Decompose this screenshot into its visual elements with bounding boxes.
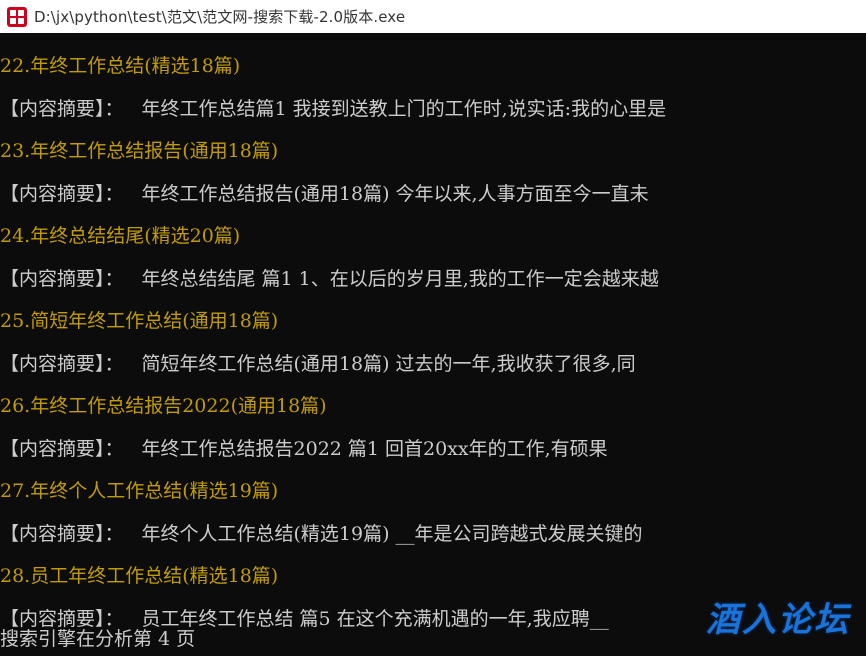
result-title: 27.年终个人工作总结(精选19篇): [0, 480, 279, 502]
result-title: 24.年终总结结尾(精选20篇): [0, 225, 241, 247]
result-summary: 【内容摘要】： 年终总结结尾 篇1 1、在以后的岁月里,我的工作一定会越来越: [0, 258, 866, 301]
result-title: 23.年终工作总结报告(通用18篇): [0, 140, 279, 162]
summary-text: 简短年终工作总结(通用18篇) 过去的一年,我收获了很多,同: [141, 352, 636, 375]
summary-text: 年终工作总结篇1 我接到送教上门的工作时,说实话:我的心里是: [141, 97, 667, 120]
summary-text: 员工年终工作总结 篇5 在这个充满机遇的一年,我应聘__: [141, 607, 609, 630]
summary-tag: 【内容摘要】：: [0, 267, 124, 290]
result-summary: 【内容摘要】： 年终个人工作总结(精选19篇) __年是公司跨越式发展关键的: [0, 513, 866, 556]
console-output[interactable]: 22.年终工作总结(精选18篇) 【内容摘要】： 年终工作总结篇1 我接到送教上门…: [0, 45, 866, 640]
summary-tag: 【内容摘要】：: [0, 352, 124, 375]
result-title: 22.年终工作总结(精选18篇): [0, 55, 241, 77]
summary-text: 年终工作总结报告(通用18篇) 今年以来,人事方面至今一直未: [141, 182, 649, 205]
status-line: 搜索引擎在分析第 4 页: [0, 628, 196, 650]
window-titlebar[interactable]: D:\jx\python\test\范文\范文网-搜索下载-2.0版本.exe: [0, 0, 866, 33]
result-summary: 【内容摘要】： 年终工作总结篇1 我接到送教上门的工作时,说实话:我的心里是: [0, 88, 866, 131]
summary-text: 年终个人工作总结(精选19篇) __年是公司跨越式发展关键的: [141, 522, 643, 545]
result-title: 26.年终工作总结报告2022(通用18篇): [0, 395, 327, 417]
forum-watermark: 酒入论坛: [706, 600, 850, 640]
summary-tag: 【内容摘要】：: [0, 97, 124, 120]
window-title: D:\jx\python\test\范文\范文网-搜索下载-2.0版本.exe: [34, 8, 406, 26]
result-title: 25.简短年终工作总结(通用18篇): [0, 310, 279, 332]
summary-tag: 【内容摘要】：: [0, 522, 124, 545]
summary-tag: 【内容摘要】：: [0, 437, 124, 460]
result-summary: 【内容摘要】： 年终工作总结报告2022 篇1 回首20xx年的工作,有硕果: [0, 428, 866, 471]
summary-text: 年终工作总结报告2022 篇1 回首20xx年的工作,有硕果: [141, 437, 608, 460]
app-icon: [6, 6, 28, 28]
result-summary: 【内容摘要】： 简短年终工作总结(通用18篇) 过去的一年,我收获了很多,同: [0, 343, 866, 386]
summary-tag: 【内容摘要】：: [0, 182, 124, 205]
summary-text: 年终总结结尾 篇1 1、在以后的岁月里,我的工作一定会越来越: [141, 267, 659, 290]
result-summary: 【内容摘要】： 年终工作总结报告(通用18篇) 今年以来,人事方面至今一直未: [0, 173, 866, 216]
